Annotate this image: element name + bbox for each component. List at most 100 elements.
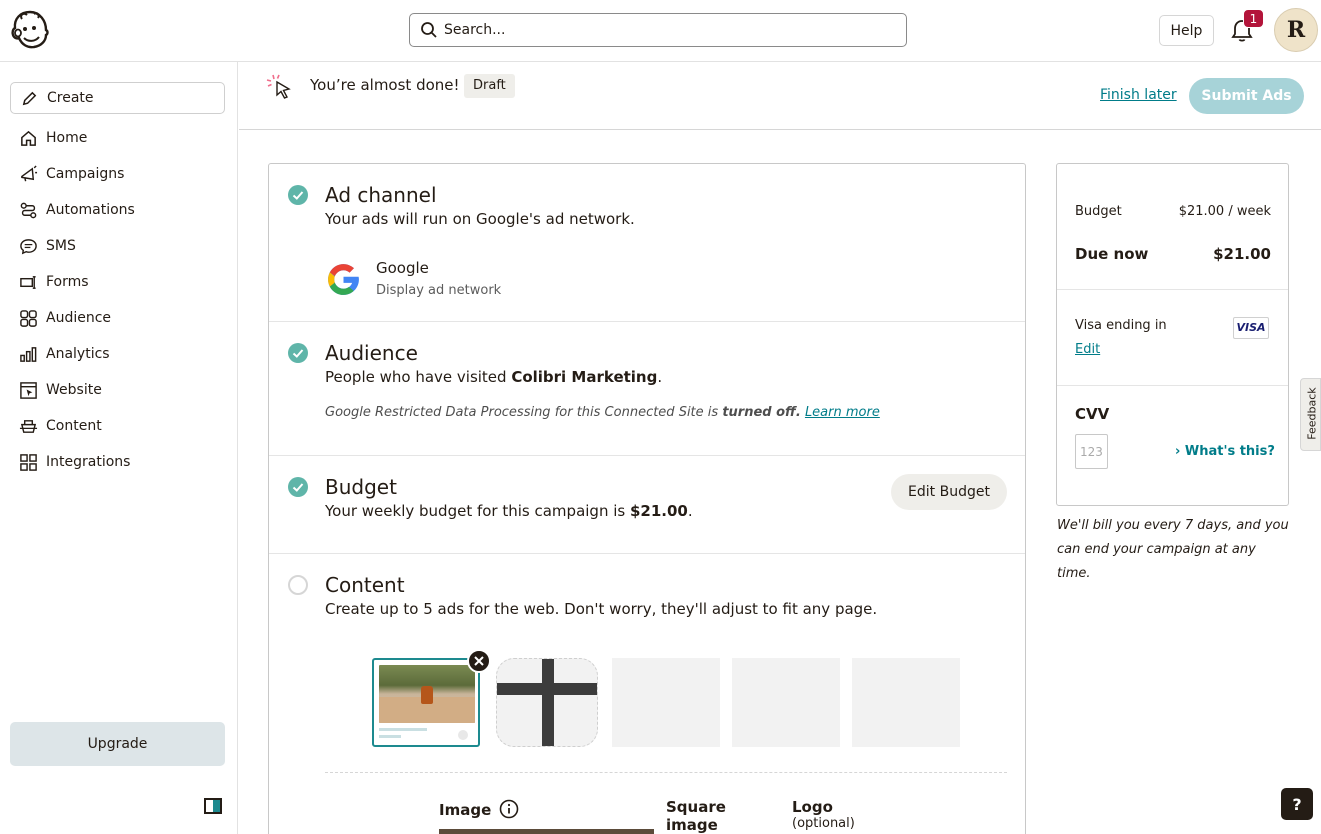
sidebar-item-automations[interactable]: Automations	[18, 196, 218, 224]
website-icon	[18, 380, 38, 400]
sidebar-item-home[interactable]: Home	[18, 124, 218, 152]
sidebar-item-label: Campaigns	[46, 166, 125, 182]
budget-value: $21.00 / week	[1178, 204, 1271, 219]
finish-later-link[interactable]: Finish later	[1100, 87, 1177, 103]
ad-thumbnail-selected[interactable]	[372, 658, 480, 747]
cursor-sparkle-icon	[266, 74, 291, 99]
section-text: Your ads will run on Google's ad network…	[325, 210, 635, 228]
check-icon	[288, 343, 308, 363]
sidebar-item-label: Analytics	[46, 346, 110, 362]
sidebar-item-label: Content	[46, 418, 102, 434]
top-bar: Help 1 R	[0, 0, 1321, 62]
budget-row: Budget $21.00 / week	[1075, 204, 1271, 219]
section-title: Audience	[325, 341, 418, 365]
section-title: Content	[325, 573, 405, 597]
feedback-tab[interactable]: Feedback	[1300, 378, 1321, 451]
due-now-value: $21.00	[1213, 245, 1271, 263]
status-text: You’re almost done!	[310, 76, 460, 94]
billing-note: We'll bill you every 7 days, and you can…	[1057, 518, 1289, 581]
section-title: Ad channel	[325, 183, 437, 207]
remove-ad-icon[interactable]	[467, 649, 491, 673]
sidebar-item-forms[interactable]: Forms	[18, 268, 218, 296]
budget-label: Budget	[1075, 204, 1122, 219]
sidebar-item-label: Website	[46, 382, 102, 398]
whats-this-link[interactable]: › What's this?	[1175, 444, 1275, 459]
sidebar-collapse-icon[interactable]	[204, 798, 222, 814]
check-pending-icon	[288, 575, 308, 595]
ad-thumbnail-image	[379, 665, 475, 723]
add-ad-button[interactable]	[496, 658, 598, 747]
mailchimp-logo-icon[interactable]	[10, 9, 50, 51]
learn-more-link[interactable]: Learn more	[805, 405, 880, 420]
budget-section: Budget Your weekly budget for this campa…	[269, 456, 1025, 554]
sidebar-item-campaigns[interactable]: Campaigns	[18, 160, 218, 188]
ad-channel-section: Ad channel Your ads will run on Google's…	[269, 164, 1025, 322]
grid-icon	[18, 452, 38, 472]
sidebar-item-label: Home	[46, 130, 88, 146]
rdp-note: Google Restricted Data Processing for th…	[325, 405, 880, 420]
logo-optional-label: (optional)	[792, 816, 855, 831]
card-label: Visa ending in	[1075, 318, 1167, 333]
sidebar-item-label: Automations	[46, 202, 135, 218]
sidebar-item-integrations[interactable]: Integrations	[18, 448, 218, 476]
image-column-label: Image	[439, 801, 492, 819]
provider-name: Google	[376, 259, 429, 277]
notification-badge: 1	[1243, 9, 1264, 28]
sidebar-item-website[interactable]: Website	[18, 376, 218, 404]
image-preview	[439, 829, 654, 834]
help-fab-button[interactable]: ?	[1281, 788, 1313, 820]
home-icon	[18, 128, 38, 148]
megaphone-icon	[18, 164, 38, 184]
sidebar-item-label: SMS	[46, 238, 76, 254]
empty-ad-slot	[852, 658, 960, 747]
sidebar-create-button[interactable]: Create	[10, 82, 225, 114]
chat-icon	[18, 236, 38, 256]
empty-ad-slot	[612, 658, 720, 747]
site-name: Colibri Marketing	[511, 368, 658, 386]
help-button[interactable]: Help	[1159, 15, 1214, 46]
cvv-label: CVV	[1075, 405, 1110, 423]
edit-card-link[interactable]: Edit	[1075, 342, 1100, 357]
edit-budget-button[interactable]: Edit Budget	[891, 474, 1007, 510]
sidebar-item-sms[interactable]: SMS	[18, 232, 218, 260]
section-text: Create up to 5 ads for the web. Don't wo…	[325, 600, 878, 618]
search-box[interactable]	[409, 13, 907, 47]
submit-ads-button[interactable]: Submit Ads	[1189, 78, 1304, 114]
checklist-card: Ad channel Your ads will run on Google's…	[268, 163, 1026, 834]
chevron-right-icon: ›	[1175, 444, 1181, 459]
info-icon[interactable]	[499, 799, 519, 819]
sidebar-item-analytics[interactable]: Analytics	[18, 340, 218, 368]
payment-summary-card: Budget $21.00 / week Due now $21.00 Visa…	[1056, 163, 1289, 506]
check-icon	[288, 477, 308, 497]
visa-card-icon: VISA	[1233, 317, 1269, 339]
provider-subtitle: Display ad network	[376, 283, 502, 298]
google-logo-icon	[328, 264, 359, 295]
sidebar-item-content[interactable]: Content	[18, 412, 218, 440]
pencil-icon	[19, 88, 39, 108]
search-input[interactable]	[444, 22, 884, 38]
campaign-header: You’re almost done! Draft Finish later S…	[239, 62, 1321, 130]
content-icon	[18, 416, 38, 436]
cvv-input[interactable]	[1075, 434, 1108, 469]
search-icon	[421, 22, 437, 38]
due-now-row: Due now $21.00	[1075, 245, 1271, 263]
check-icon	[288, 185, 308, 205]
plus-icon	[542, 659, 554, 746]
section-text: Your weekly budget for this campaign is …	[325, 502, 693, 520]
square-image-column-label: Square image	[666, 798, 726, 834]
automation-icon	[18, 200, 38, 220]
form-icon	[18, 272, 38, 292]
draft-badge: Draft	[464, 74, 515, 98]
empty-ad-slot	[732, 658, 840, 747]
sidebar-item-label: Audience	[46, 310, 112, 326]
sidebar: Create Home Campaigns Automations SMS Fo…	[0, 62, 238, 834]
audience-section: Audience People who have visited Colibri…	[269, 322, 1025, 456]
budget-amount: $21.00	[629, 502, 688, 520]
bar-chart-icon	[18, 344, 38, 364]
section-text: People who have visited Colibri Marketin…	[325, 368, 663, 386]
sidebar-create-label: Create	[47, 90, 94, 106]
sidebar-item-label: Integrations	[46, 454, 131, 470]
sidebar-item-audience[interactable]: Audience	[18, 304, 218, 332]
upgrade-button[interactable]: Upgrade	[10, 722, 225, 766]
avatar[interactable]: R	[1274, 8, 1318, 52]
